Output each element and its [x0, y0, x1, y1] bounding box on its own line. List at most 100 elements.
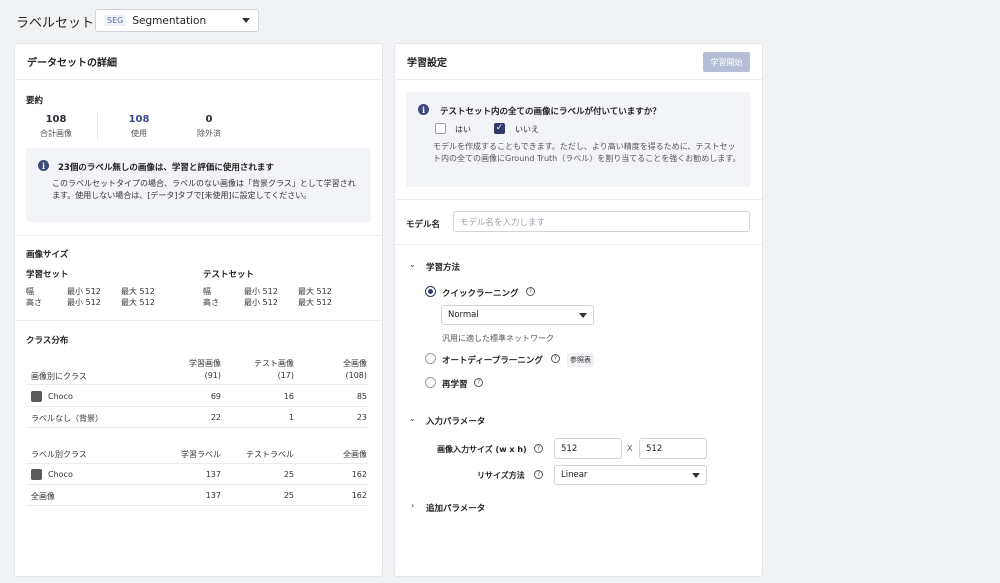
labelset-select[interactable]: SEG Segmentation: [95, 9, 259, 32]
row-class-name: 全画像: [31, 492, 55, 501]
row-train-count: 137: [205, 470, 221, 479]
test-set-title: テストセット: [203, 270, 255, 280]
retrain-label: 再学習: [442, 380, 468, 390]
quick-learning-label: クイックラーニング: [442, 289, 519, 299]
unlabeled-info-title: 23個のラベル無しの画像は、学習と評価に使用されます: [58, 163, 274, 173]
help-icon[interactable]: ?: [551, 354, 560, 363]
test-width-max: 最大 512: [298, 287, 332, 296]
help-icon[interactable]: ?: [534, 444, 543, 453]
stat-total-value: 108: [45, 114, 67, 125]
help-icon[interactable]: ?: [474, 378, 483, 387]
label-question-title: テストセット内の全ての画像にラベルが付いていますか？: [440, 107, 661, 117]
input-size-label: 画像入力サイズ (w x h): [437, 445, 527, 454]
yes-checkbox[interactable]: [435, 123, 446, 134]
row-test-count: 25: [283, 491, 294, 500]
labelset-select-value: Segmentation: [132, 14, 207, 27]
test-height-max: 最大 512: [298, 298, 332, 307]
resize-method-label: リサイズ方法: [477, 471, 525, 480]
input-width-field[interactable]: 512: [554, 438, 622, 459]
train-set-title: 学習セット: [26, 270, 69, 280]
row-train-count: 69: [210, 392, 221, 401]
divider: [395, 244, 762, 245]
table-row: Choco 137 25 162: [26, 464, 369, 485]
train-width-label: 幅: [26, 287, 34, 296]
row-class-name: Choco: [48, 392, 73, 401]
table-header-row: 画像別にクラス 学習画像 (91) テスト画像 (17) 全画像 (108): [26, 357, 369, 385]
size-separator: X: [627, 444, 633, 453]
image-size-label: 画像サイズ: [26, 250, 69, 260]
no-label: いいえ: [515, 125, 539, 134]
class-color-swatch: [31, 469, 42, 480]
help-icon[interactable]: ?: [534, 470, 543, 479]
no-checkbox[interactable]: ✓: [494, 123, 505, 134]
row-class-name: Choco: [48, 470, 73, 479]
stat-used-label: 使用: [131, 129, 147, 138]
info-icon: i: [418, 104, 429, 115]
train-width-max: 最大 512: [121, 287, 155, 296]
network-select-value: Normal: [448, 310, 479, 320]
reference-table-badge[interactable]: 参照表: [567, 353, 594, 367]
chevron-down-icon: [579, 312, 587, 318]
train-height-min: 最小 512: [67, 298, 101, 307]
stat-total-label: 合計画像: [40, 129, 72, 138]
info-icon: i: [38, 160, 49, 171]
stat-used-value: 108: [128, 114, 150, 125]
network-select[interactable]: Normal: [441, 305, 594, 325]
input-width-value: 512: [561, 443, 578, 454]
auto-deep-learning-radio[interactable]: [425, 353, 436, 364]
table1-col-class: 画像別にクラス: [31, 372, 87, 381]
model-name-label: モデル名: [406, 220, 441, 230]
chevron-right-icon[interactable]: ›: [411, 501, 414, 510]
page-title: ラベルセット: [16, 16, 95, 31]
dataset-details-title: データセットの詳細: [15, 44, 382, 80]
unlabeled-info-body: このラベルセットタイプの場合、ラベルのない画像は「背景クラス」として学習されます…: [52, 179, 356, 200]
learning-method-label[interactable]: 学習方法: [426, 261, 460, 273]
table2-col-train: 学習ラベル: [181, 450, 221, 459]
chevron-down-icon: [692, 472, 700, 478]
row-test-count: 25: [283, 470, 294, 479]
row-all-count: 162: [351, 491, 367, 500]
chevron-down-icon[interactable]: ⌄: [409, 260, 416, 269]
row-all-count: 85: [356, 392, 367, 401]
retrain-radio[interactable]: [425, 377, 436, 388]
train-height-label: 高さ: [26, 298, 42, 307]
row-train-count: 137: [205, 491, 221, 500]
additional-params-label[interactable]: 追加パラメータ: [426, 502, 485, 514]
train-height-max: 最大 512: [121, 298, 155, 307]
chevron-down-icon[interactable]: ⌄: [409, 414, 416, 423]
test-width-min: 最小 512: [244, 287, 278, 296]
network-description: 汎用に適した標準ネットワーク: [442, 334, 554, 343]
table1-col-all: 全画像 (108): [343, 359, 367, 380]
table1-col-test: テスト画像 (17): [254, 359, 294, 380]
stat-divider: [97, 112, 98, 140]
table2-col-all: 全画像: [343, 450, 367, 459]
class-dist-label: クラス分布: [26, 336, 69, 346]
auto-deep-learning-label: オートディープラーニング: [442, 356, 543, 366]
test-height-label: 高さ: [203, 298, 219, 307]
train-width-min: 最小 512: [67, 287, 101, 296]
stat-excluded-value: 0: [205, 114, 213, 125]
input-height-value: 512: [646, 443, 663, 454]
start-training-button[interactable]: 学習開始: [703, 52, 750, 72]
row-test-count: 16: [283, 392, 294, 401]
resize-method-select[interactable]: Linear: [554, 465, 707, 485]
model-name-input[interactable]: モデル名を入力します: [453, 211, 750, 232]
model-name-placeholder: モデル名を入力します: [460, 217, 546, 228]
test-height-min: 最小 512: [244, 298, 278, 307]
divider: [15, 235, 382, 236]
row-train-count: 22: [210, 413, 221, 422]
summary-label: 要約: [26, 96, 44, 106]
help-icon[interactable]: ?: [526, 287, 535, 296]
label-question-body: モデルを作成することもできます。ただし、より高い精度を得るために、テストセット内…: [433, 142, 741, 163]
row-all-count: 23: [356, 413, 367, 422]
table2-col-class: ラベル別クラス: [31, 450, 87, 459]
labelset-type-tag: SEG: [104, 15, 127, 26]
divider: [15, 320, 382, 321]
table-row: 全画像 137 25 162: [26, 485, 369, 506]
quick-learning-radio[interactable]: [425, 286, 436, 297]
class-color-swatch: [31, 391, 42, 402]
input-height-field[interactable]: 512: [639, 438, 707, 459]
divider: [395, 199, 762, 200]
yes-label: はい: [455, 125, 471, 134]
input-params-label[interactable]: 入力パラメータ: [426, 415, 485, 427]
